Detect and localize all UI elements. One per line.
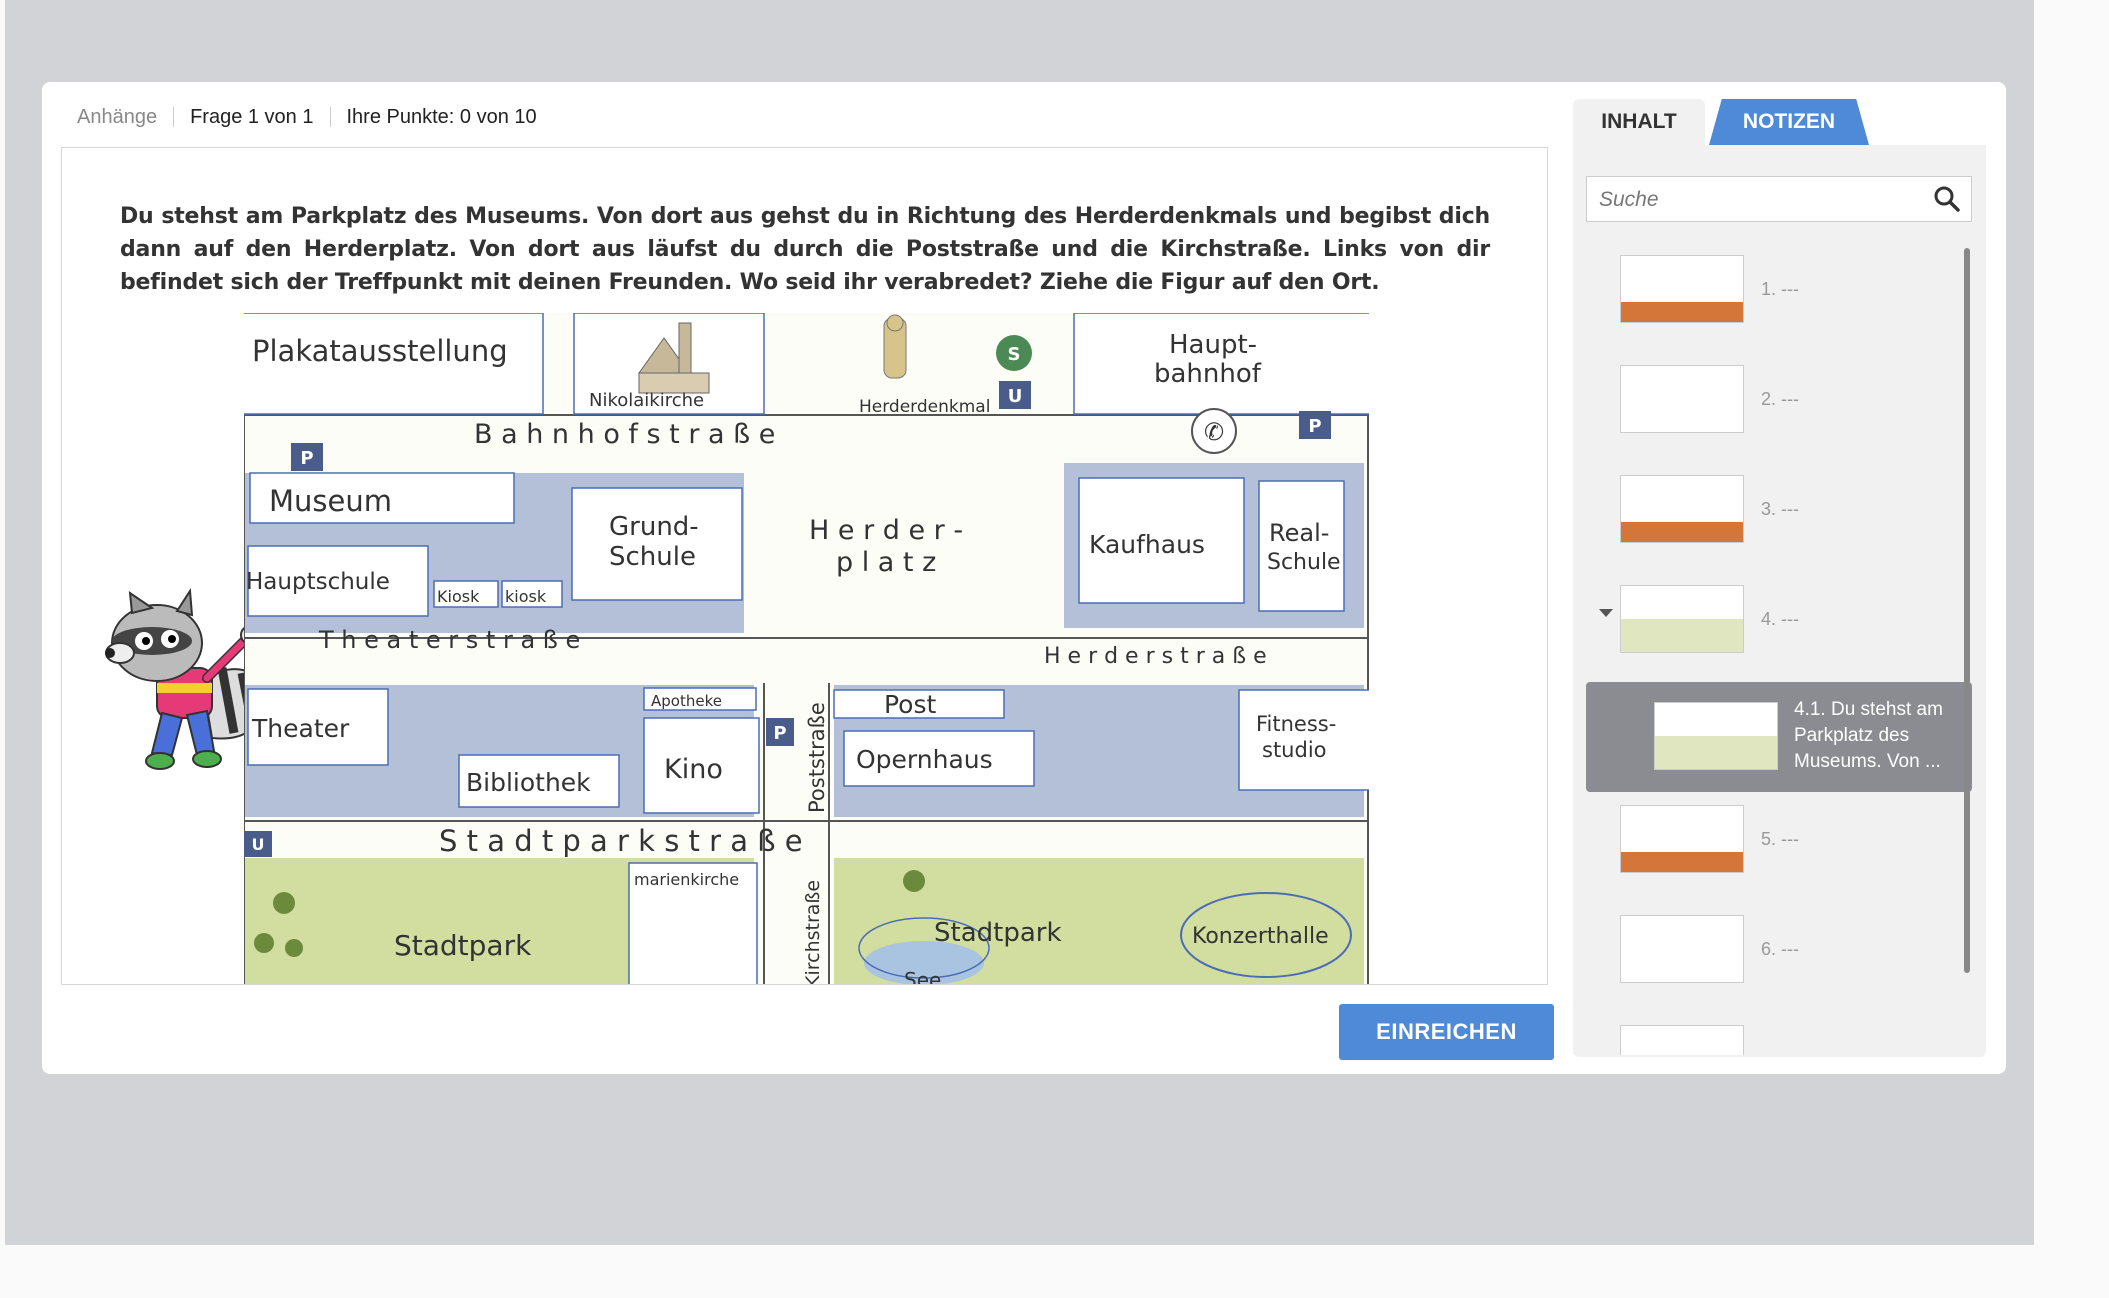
toc-item[interactable]: 1. ---	[1573, 245, 1973, 355]
toc-item[interactable]: 2. ---	[1573, 355, 1973, 465]
map-label-denkmal: Herderdenkmal	[859, 397, 990, 417]
map-label-herderplatz-2: p l a t z	[836, 547, 936, 578]
map-label-fitness-1: Fitness-	[1256, 712, 1336, 736]
map-label-stadtparkstrasse: S t a d t p a r k s t r a ß e	[439, 824, 803, 858]
thumbnail	[1620, 475, 1744, 543]
toc-item-active[interactable]: 4.1. Du stehst am Parkplatz des Museums.…	[1586, 682, 1972, 792]
toc-item[interactable]: 6. ---	[1573, 905, 1973, 1015]
toc-item-label: 4. ---	[1761, 609, 1799, 629]
parking-icon: P	[1299, 411, 1331, 439]
toc-item-label: 6. ---	[1761, 939, 1799, 959]
toc-item-label: 5. ---	[1761, 829, 1799, 849]
app-background: Anhänge Frage 1 von 1 Ihre Punkte: 0 von…	[5, 0, 2034, 1245]
toc-item[interactable]: 4. ---	[1573, 575, 1973, 685]
question-panel: Du stehst am Parkplatz des Museums. Von …	[61, 147, 1548, 985]
map-label-plakat: Plakatausstellung	[252, 334, 508, 368]
toc-item[interactable]	[1573, 1015, 1973, 1055]
subway-icon: U	[244, 831, 272, 857]
chevron-down-icon[interactable]	[1599, 609, 1613, 617]
map-label-marienkirche: marienkirche	[634, 870, 739, 889]
scrollbar[interactable]	[1964, 248, 1970, 973]
map-label-konzerthalle: Konzerthalle	[1192, 924, 1329, 949]
map-label-kiosk-2: kiosk	[505, 587, 547, 606]
map-label-theater: Theater	[251, 714, 350, 743]
map-label-hbf-2: bahnhof	[1154, 359, 1262, 389]
submit-button[interactable]: EINREICHEN	[1339, 1004, 1554, 1060]
contents-panel: 1. --- 2. --- 3. --- 4. ---	[1573, 145, 1986, 1057]
map-label-herderstrasse: H e r d e r s t r a ß e	[1044, 644, 1267, 669]
svg-text:U: U	[252, 835, 265, 854]
sbahn-icon: S	[996, 335, 1032, 371]
thumbnail	[1620, 365, 1744, 433]
map-label-bibliothek: Bibliothek	[466, 768, 591, 797]
svg-text:P: P	[1308, 416, 1321, 437]
map-label-apotheke: Apotheke	[651, 692, 722, 710]
points-display: Ihre Punkte: 0 von 10	[346, 105, 537, 128]
info-bar: Anhänge Frage 1 von 1 Ihre Punkte: 0 von…	[77, 102, 537, 132]
map-label-post: Post	[884, 690, 937, 719]
toc-list: 1. --- 2. --- 3. --- 4. --- 4.1. Du steh…	[1573, 245, 1986, 1055]
phone-icon: ✆	[1191, 408, 1237, 454]
map-label-see: See	[904, 968, 941, 985]
thumbnail	[1654, 702, 1778, 770]
map-label-theaterstrasse: T h e a t e r s t r a ß e	[318, 626, 580, 654]
svg-text:P: P	[300, 448, 313, 469]
search-box	[1586, 176, 1972, 223]
map-label-realschule-2: Schule	[1267, 550, 1341, 575]
raccoon-figure[interactable]	[62, 583, 272, 783]
divider	[173, 107, 175, 127]
map-label-oper: Opernhaus	[856, 745, 993, 774]
monument-icon	[883, 314, 907, 379]
svg-text:U: U	[1008, 386, 1023, 407]
tab-notes[interactable]: NOTIZEN	[1709, 99, 1869, 145]
parking-icon: P	[766, 718, 794, 746]
svg-text:S: S	[1008, 344, 1021, 365]
map-label-grundschule-2: Schule	[609, 542, 696, 572]
city-map: S U P P P U ✆ Plakatausstellung Nikolaik…	[244, 313, 1369, 985]
map-label-hbf-1: Haupt-	[1169, 330, 1257, 360]
toc-item[interactable]: 5. ---	[1573, 795, 1973, 905]
toc-item-label: 2. ---	[1761, 389, 1799, 409]
subway-icon: U	[999, 381, 1031, 409]
thumbnail	[1620, 255, 1744, 323]
map-label-kino: Kino	[664, 754, 723, 785]
map-label-museum: Museum	[269, 484, 392, 518]
map-label-kaufhaus: Kaufhaus	[1089, 530, 1205, 559]
divider	[329, 107, 331, 127]
sidebar: INHALT NOTIZEN 1. ---	[1573, 99, 1986, 1057]
map-label-kiosk-1: Kiosk	[437, 587, 480, 606]
map-label-poststrasse: Poststraße	[805, 702, 829, 813]
search-input[interactable]	[1597, 177, 1921, 223]
map-label-fitness-2: studio	[1262, 738, 1327, 762]
map-label-stadtpark-1: Stadtpark	[394, 929, 532, 962]
map-label-kirchstrasse: Kirchstraße	[802, 880, 824, 985]
question-counter: Frage 1 von 1	[190, 105, 314, 128]
thumbnail	[1620, 1025, 1744, 1055]
map-label-realschule-1: Real-	[1269, 519, 1329, 547]
quiz-card: Anhänge Frage 1 von 1 Ihre Punkte: 0 von…	[42, 82, 2006, 1074]
parking-icon: P	[291, 443, 323, 471]
toc-item-label: 4.1. Du stehst am Parkplatz des Museums.…	[1794, 699, 1943, 772]
svg-text:✆: ✆	[1204, 418, 1224, 446]
thumbnail	[1620, 805, 1744, 873]
toc-item-label: 3. ---	[1761, 499, 1799, 519]
svg-text:P: P	[773, 723, 786, 744]
thumbnail	[1620, 915, 1744, 983]
toc-item-label: 1. ---	[1761, 279, 1799, 299]
toc-item[interactable]: 3. ---	[1573, 465, 1973, 575]
map-label-bahnhofstrasse: B a h n h o f s t r a ß e	[474, 419, 775, 450]
question-text: Du stehst am Parkplatz des Museums. Von …	[120, 204, 1490, 295]
map-label-stadtpark-2: Stadtpark	[934, 918, 1062, 948]
thumbnail	[1620, 585, 1744, 653]
map-label-herderplatz-1: H e r d e r -	[809, 515, 963, 546]
map-label-nikolai: Nikolaikirche	[589, 390, 704, 411]
attachments-link[interactable]: Anhänge	[77, 106, 157, 129]
map-label-grundschule-1: Grund-	[609, 512, 699, 542]
map-label-hauptschule: Hauptschule	[246, 569, 390, 595]
search-icon[interactable]	[1933, 185, 1961, 213]
tab-contents[interactable]: INHALT	[1573, 99, 1705, 145]
